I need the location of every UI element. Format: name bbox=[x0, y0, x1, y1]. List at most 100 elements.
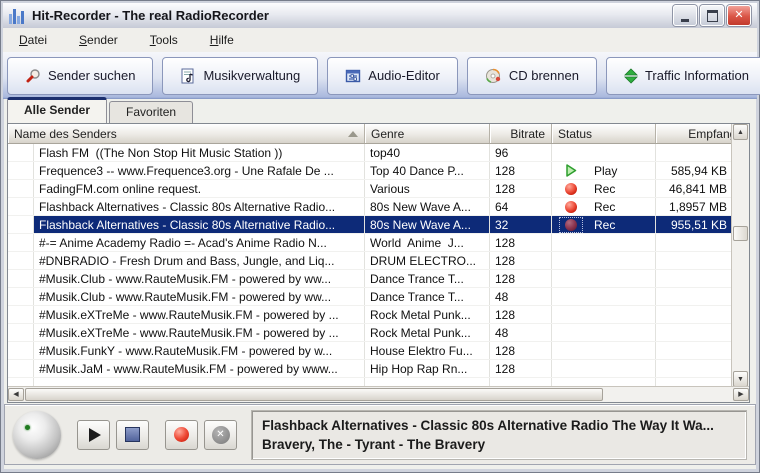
close-button[interactable]: ✕ bbox=[727, 5, 751, 26]
row-icon-cell bbox=[8, 288, 34, 305]
cell-received bbox=[656, 342, 732, 359]
stop-button[interactable] bbox=[116, 420, 149, 450]
cancel-button[interactable]: ✕ bbox=[204, 420, 237, 450]
status-icon bbox=[560, 326, 582, 340]
cell-bitrate: 128 bbox=[490, 342, 552, 359]
cell-name: Flashback Alternatives - Classic 80s Alt… bbox=[34, 216, 365, 233]
tab-alle-sender[interactable]: Alle Sender bbox=[7, 97, 107, 123]
cell-bitrate: 128 bbox=[490, 360, 552, 377]
cell-received bbox=[656, 288, 732, 305]
table-row[interactable]: #Musik.Club - www.RauteMusik.FM - powere… bbox=[8, 288, 732, 306]
scroll-right-button[interactable]: ▶ bbox=[733, 388, 749, 401]
traffic-information-button[interactable]: Traffic Information bbox=[606, 57, 760, 95]
tabstrip: Alle Sender Favoriten bbox=[7, 100, 195, 123]
musikverwaltung-button[interactable]: Musikverwaltung bbox=[162, 57, 318, 95]
maximize-icon bbox=[707, 10, 718, 22]
volume-knob[interactable] bbox=[13, 411, 61, 459]
cell-genre: Dance Trance T... bbox=[365, 288, 490, 305]
status-icon bbox=[560, 236, 582, 250]
cd-brennen-button[interactable]: CD brennen bbox=[467, 57, 597, 95]
play-icon bbox=[89, 428, 101, 442]
cell-name: #DNBRADIO - Fresh Drum and Bass, Jungle,… bbox=[34, 252, 365, 269]
row-icon-cell bbox=[8, 306, 34, 323]
menu-datei[interactable]: Datei bbox=[17, 31, 49, 49]
table-row[interactable]: #Musik.FunkY - www.RauteMusik.FM - power… bbox=[8, 342, 732, 360]
cell-received bbox=[656, 252, 732, 269]
cell-received bbox=[656, 270, 732, 287]
audio-editor-button[interactable]: Audio-Editor bbox=[327, 57, 458, 95]
window-title: Hit-Recorder - The real RadioRecorder bbox=[32, 8, 673, 23]
vertical-scrollbar[interactable]: ▲ ▼ bbox=[731, 124, 749, 387]
table-row[interactable]: #Musik.eXTreMe - www.RauteMusik.FM - pow… bbox=[8, 324, 732, 342]
record-status-icon bbox=[565, 183, 577, 195]
now-playing-station: Flashback Alternatives - Classic 80s Alt… bbox=[262, 416, 736, 435]
table-row[interactable]: #-= Anime Academy Radio =- Acad's Anime … bbox=[8, 234, 732, 252]
cell-name: Flash FM ((The Non Stop Hit Music Statio… bbox=[34, 144, 365, 161]
traffic-arrows-icon bbox=[624, 68, 638, 84]
cell-name: #Musik.eXTreMe - www.RauteMusik.FM - pow… bbox=[34, 324, 365, 341]
column-header-name[interactable]: Name des Senders bbox=[8, 124, 365, 143]
cell-bitrate: 128 bbox=[490, 234, 552, 251]
record-icon bbox=[174, 427, 189, 442]
status-icon bbox=[560, 218, 582, 232]
row-icon-cell bbox=[8, 234, 34, 251]
menu-hilfe[interactable]: Hilfe bbox=[208, 31, 236, 49]
minimize-icon bbox=[681, 19, 689, 22]
play-button[interactable] bbox=[77, 420, 110, 450]
scroll-left-button[interactable]: ◀ bbox=[8, 388, 24, 401]
menu-tools[interactable]: Tools bbox=[148, 31, 180, 49]
tab-favoriten[interactable]: Favoriten bbox=[109, 101, 193, 123]
cell-status bbox=[552, 252, 656, 269]
knob-indicator-dot bbox=[25, 425, 30, 430]
cell-received: 1,8957 MB bbox=[656, 198, 732, 215]
table-row[interactable]: #Musik.JaM - www.RauteMusik.FM - powered… bbox=[8, 360, 732, 378]
table-row[interactable]: #Musik.Club - www.RauteMusik.FM - powere… bbox=[8, 270, 732, 288]
table-row[interactable]: Flashback Alternatives - Classic 80s Alt… bbox=[8, 198, 732, 216]
table-row[interactable]: #Musik.eXTreMe - www.RauteMusik.FM - pow… bbox=[8, 306, 732, 324]
cell-received bbox=[656, 306, 732, 323]
row-icon-cell bbox=[8, 198, 34, 215]
cell-name: #Musik.Club - www.RauteMusik.FM - powere… bbox=[34, 288, 365, 305]
column-header-genre[interactable]: Genre bbox=[365, 124, 490, 143]
cell-status: Rec bbox=[552, 216, 656, 233]
cell-bitrate: 128 bbox=[490, 180, 552, 197]
cell-bitrate: 96 bbox=[490, 144, 552, 161]
scroll-down-button[interactable]: ▼ bbox=[733, 371, 748, 387]
toolbar-button-label: Traffic Information bbox=[645, 68, 749, 83]
table-row[interactable]: #DNBRADIO - Fresh Drum and Bass, Jungle,… bbox=[8, 252, 732, 270]
menu-sender[interactable]: Sender bbox=[77, 31, 120, 49]
record-button[interactable] bbox=[165, 420, 198, 450]
maximize-button[interactable] bbox=[700, 5, 724, 26]
toolbar: Sender suchen Musikverwaltung Audio-Edit… bbox=[3, 52, 757, 99]
app-window: Hit-Recorder - The real RadioRecorder ✕ … bbox=[0, 0, 760, 473]
cell-genre: top40 bbox=[365, 144, 490, 161]
column-header-label: Name des Senders bbox=[14, 127, 117, 141]
cell-bitrate: 48 bbox=[490, 324, 552, 341]
status-icon bbox=[560, 146, 582, 160]
horizontal-scroll-thumb[interactable] bbox=[25, 388, 603, 401]
status-icon bbox=[560, 200, 582, 214]
cell-status bbox=[552, 306, 656, 323]
cell-name: #Musik.eXTreMe - www.RauteMusik.FM - pow… bbox=[34, 306, 365, 323]
cell-genre: 80s New Wave A... bbox=[365, 198, 490, 215]
horizontal-scrollbar[interactable]: ◀ ▶ bbox=[8, 386, 749, 402]
cell-status: Play bbox=[552, 162, 656, 179]
column-header-bitrate[interactable]: Bitrate bbox=[490, 124, 552, 143]
vertical-scroll-thumb[interactable] bbox=[733, 226, 748, 241]
cell-status bbox=[552, 144, 656, 161]
minimize-button[interactable] bbox=[673, 5, 697, 26]
cell-received bbox=[656, 360, 732, 377]
column-header-status[interactable]: Status bbox=[552, 124, 656, 143]
table-row[interactable]: Flashback Alternatives - Classic 80s Alt… bbox=[8, 216, 732, 234]
station-table: Name des Senders Genre Bitrate Status Em… bbox=[7, 123, 750, 403]
scroll-up-button[interactable]: ▲ bbox=[733, 124, 748, 140]
cell-name: Flashback Alternatives - Classic 80s Alt… bbox=[34, 198, 365, 215]
titlebar[interactable]: Hit-Recorder - The real RadioRecorder ✕ bbox=[3, 3, 757, 29]
cell-bitrate: 32 bbox=[490, 216, 552, 233]
table-row[interactable]: FadingFM.com online request. Various 128… bbox=[8, 180, 732, 198]
table-row[interactable]: Flash FM ((The Non Stop Hit Music Statio… bbox=[8, 144, 732, 162]
cancel-icon: ✕ bbox=[212, 426, 230, 444]
table-row[interactable]: Frequence3 -- www.Frequence3.org - Une R… bbox=[8, 162, 732, 180]
sender-suchen-button[interactable]: Sender suchen bbox=[7, 57, 153, 95]
app-icon bbox=[9, 8, 27, 24]
